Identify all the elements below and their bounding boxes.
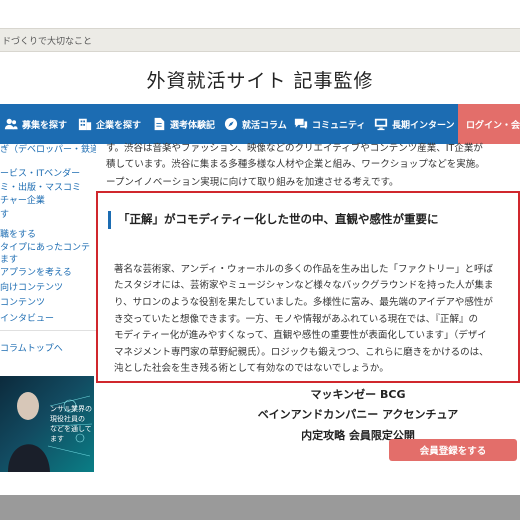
- sidebar-item[interactable]: インタビュー: [0, 311, 96, 324]
- banner-line: などを通して: [50, 425, 92, 433]
- sidebar-item[interactable]: す: [0, 207, 96, 220]
- article-text: す。渋谷は音楽やファッション、映像などのクリエイティブやコンテンツ産業、IT企業…: [106, 143, 483, 154]
- sidebar-item[interactable]: ミ・出版・マスコミ: [0, 180, 96, 193]
- promo-line: マッキンゼー BCG: [310, 388, 406, 401]
- nav-item-community[interactable]: コミュニティ: [294, 104, 365, 144]
- nav-item-companies[interactable]: 企業を探す: [78, 104, 141, 144]
- chat-icon: [294, 118, 308, 130]
- article-text: モディティー化が進みやすくなって、直観や感性の重要性が表面化しています」（デザイ: [114, 330, 487, 341]
- nav-label: 長期インターン: [392, 120, 455, 131]
- sidebar-item[interactable]: ぎ（デベロッパー・鉄道: [0, 142, 96, 155]
- article-text: マネジメント専門家の草野紀親氏）。ロジックも鍛えつつ、これらに磨きをかけるのは、: [114, 347, 489, 358]
- sidebar-item[interactable]: アプランを考える: [0, 265, 96, 278]
- article-text: り、サロンのような役割を果たしていました。多様性に富み、最先端のアイデアや感性が: [114, 297, 493, 308]
- sidebar-item[interactable]: コンテンツ: [0, 295, 96, 308]
- main-nav: 募集を探す 企業を探す 選考体験記 就活コラム コミュニティ 長期インターン ロ…: [0, 104, 520, 144]
- banner-line: ます: [50, 435, 64, 443]
- sidebar-banner[interactable]: ンサル業界の 現役社員の などを通して ます: [0, 376, 94, 472]
- sidebar-divider: [0, 330, 96, 331]
- monitor-icon: [374, 118, 388, 131]
- building-icon: [78, 118, 92, 131]
- section-heading: 「正解」がコモディティー化した世の中、直観や感性が重要に: [108, 211, 518, 229]
- article-text: き交っていたと想像できます。一方、モノや情報があふれている現在では、『正解』の: [114, 314, 479, 325]
- sidebar-item[interactable]: 向けコンテンツ: [0, 280, 96, 293]
- promo-line: ベインアンドカンパニー アクセンチュア: [257, 408, 459, 421]
- login-button[interactable]: ログイン・会員: [458, 104, 520, 144]
- browser-viewport: ドづくりで大切なこと 外資就活サイト 記事監修 募集を探す 企業を探す 選考体験…: [0, 0, 520, 495]
- article-text: 著名な芸術家、アンディ・ウォーホルの多くの作品を生み出した「ファクトリー」と呼ば: [114, 264, 493, 275]
- document-icon: [154, 117, 165, 131]
- nav-item-reports[interactable]: 選考体験記: [152, 104, 215, 144]
- article-text: 積しています。渋谷に集まる多種多様な人材や企業と組み、ワークショップなどを実施。: [106, 159, 485, 170]
- article-text: たスタジオには、芸術家やミュージシャンなど様々なバックグラウンドを持った人が集ま: [114, 280, 494, 291]
- sidebar-item[interactable]: ます: [0, 252, 96, 265]
- column-top-link[interactable]: コラムトップへ: [0, 341, 96, 354]
- banner-line: 現役社員の: [50, 415, 85, 423]
- nav-label: 企業を探す: [96, 120, 142, 131]
- sidebar: ぎ（デベロッパー・鉄道 ービス・ITベンダー ミ・出版・マスコミ チャー企業 す…: [0, 144, 96, 495]
- page-title: 外資就活サイト 記事監修: [146, 70, 374, 92]
- compass-icon: [224, 117, 238, 131]
- breadcrumb-text[interactable]: ドづくりで大切なこと: [2, 34, 92, 47]
- nav-label: 就活コラム: [242, 120, 287, 131]
- nav-item-recruit[interactable]: 募集を探す: [4, 104, 67, 144]
- article-text: 沌とした社会を生き残る術として有効なのではないでしょうか。: [114, 363, 389, 374]
- users-icon: [4, 118, 18, 130]
- nav-item-column[interactable]: 就活コラム: [224, 104, 287, 144]
- breadcrumb-strip: ドづくりで大切なこと: [0, 28, 520, 52]
- highlight-box: 「正解」がコモディティー化した世の中、直観や感性が重要に 著名な芸術家、アンディ…: [96, 191, 520, 383]
- sidebar-item[interactable]: チャー企業: [0, 193, 96, 206]
- banner-line: ンサル業界の: [50, 405, 92, 413]
- sidebar-item[interactable]: ービス・ITベンダー: [0, 166, 96, 179]
- nav-label: コミュニティ: [312, 120, 366, 131]
- nav-item-intern[interactable]: 長期インターン: [374, 104, 455, 144]
- nav-label: 選考体験記: [170, 120, 216, 131]
- nav-label: 募集を探す: [22, 120, 68, 131]
- article-text: ープンイノベーション実現に向けて取り組みを加速させる考えです。: [106, 177, 399, 188]
- sidebar-item[interactable]: 職をする: [0, 227, 96, 240]
- register-button[interactable]: 会員登録をする: [389, 439, 517, 461]
